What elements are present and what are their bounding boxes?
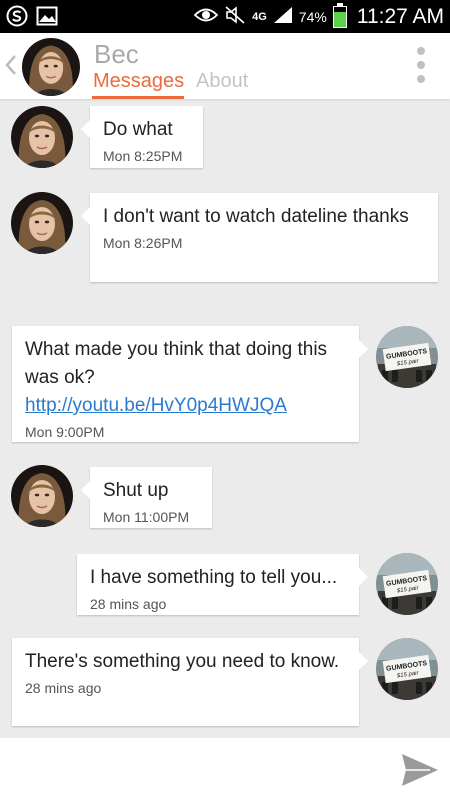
signal-icon [273,6,293,28]
contact-avatar[interactable] [22,38,80,96]
message-text: Shut up [103,480,169,501]
active-tab-indicator [92,96,184,99]
app-s-icon [6,5,28,27]
my-avatar[interactable] [376,553,438,615]
battery-fill [333,11,346,27]
gallery-icon [36,5,58,27]
message-bubble[interactable]: Do what Mon 8:25PM [81,106,203,168]
message-text: I have something to tell you... [90,567,338,588]
conversation-header: Bec Messages About [0,33,450,99]
mute-icon [224,5,246,29]
message-text: What made you think that doing this was … [25,339,328,388]
battery-icon [332,2,347,28]
message-bubble[interactable]: What made you think that doing this was … [12,326,368,442]
message-bubble[interactable]: I don't want to watch dateline thanks Mo… [81,193,438,282]
tab-messages[interactable]: Messages [93,70,184,93]
message-time: Mon 8:26PM [103,235,183,251]
message-time: 28 mins ago [25,680,102,696]
my-avatar[interactable] [376,638,438,700]
status-time: 11:27 AM [356,4,444,28]
network-type-label: 4G [252,10,267,23]
message-bubble[interactable]: There's something you need to know. 28 m… [12,638,368,726]
send-icon[interactable] [400,752,440,788]
message-time: 28 mins ago [90,596,167,612]
message-composer[interactable] [0,738,450,800]
sender-avatar[interactable] [11,192,73,254]
message-text: Do what [103,119,173,140]
message-link[interactable]: http://youtu.be/HvY0p4HWJQA [25,395,287,416]
back-chevron-icon[interactable] [4,53,18,77]
contact-name: Bec [94,39,139,69]
sender-avatar[interactable] [11,465,73,527]
my-avatar[interactable] [376,326,438,388]
message-time: Mon 11:00PM [103,509,190,525]
message-bubble[interactable]: I have something to tell you... 28 mins … [77,554,368,615]
status-bar: 4G 74% 11:27 AM [0,0,450,33]
battery-percent: 74% [298,8,327,25]
message-text: I don't want to watch dateline thanks [103,206,409,227]
message-text: There's something you need to know. [25,651,340,672]
message-time: Mon 9:00PM [25,424,105,440]
sender-avatar[interactable] [11,106,73,168]
tab-about[interactable]: About [196,70,248,93]
message-bubble[interactable]: Shut up Mon 11:00PM [81,467,212,528]
overflow-menu-icon[interactable] [416,47,426,83]
eye-icon [193,6,219,28]
message-time: Mon 8:25PM [103,148,183,164]
